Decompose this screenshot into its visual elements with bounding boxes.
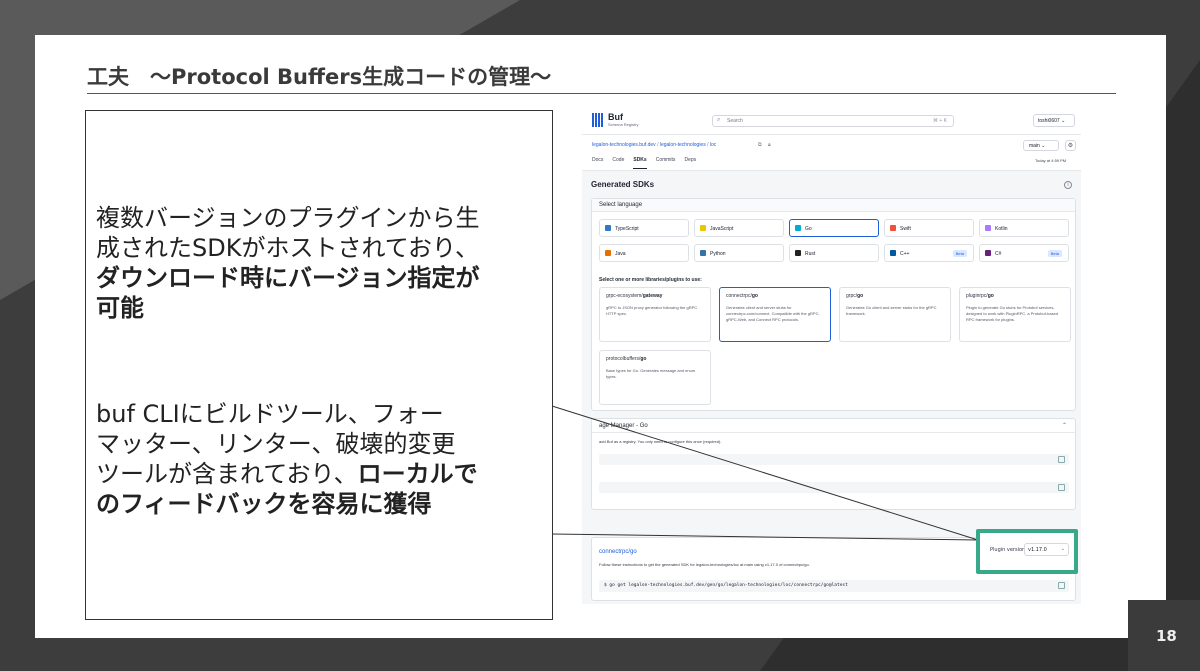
breadcrumb: legalon-technologies.buf.dev / legalon-t… xyxy=(592,142,717,148)
chevron-up-icon[interactable]: ⌃ xyxy=(1062,422,1067,429)
p1-line-3: ダウンロード時にバージョン指定が xyxy=(96,264,480,292)
p2-line-2: マッター、リンター、破壊的変更 xyxy=(96,430,456,458)
tab-code[interactable]: Code xyxy=(612,157,624,169)
copy-icon[interactable]: ⧉ xyxy=(758,142,762,148)
beta-badge: Beta xyxy=(1047,250,1062,257)
select-language-header: Select language xyxy=(592,199,1075,212)
breadcrumb-owner[interactable]: legalon-technologies xyxy=(660,142,706,148)
tab-commits[interactable]: Commits xyxy=(656,157,676,169)
plugin-name: connectrpc/go xyxy=(726,293,758,299)
language-option[interactable]: Swift xyxy=(884,219,974,237)
search-input[interactable]: ⌕ Search ⌘ + K xyxy=(712,115,954,127)
language-icon xyxy=(985,250,991,256)
language-icon xyxy=(985,225,991,231)
language-option[interactable]: Rust xyxy=(789,244,879,262)
language-icon xyxy=(795,225,801,231)
breadcrumb-domain[interactable]: legalon-technologies.buf.dev xyxy=(592,142,656,148)
language-card: Select language TypeScript JavaScript Go Sw… xyxy=(591,198,1076,411)
buf-logo-icon xyxy=(592,113,606,127)
copy-icon[interactable] xyxy=(1058,484,1065,491)
package-manager-card: age Manager - Go ⌃ add Buf as a registry… xyxy=(591,418,1076,510)
package-manager-text: add Buf as a registry. You only need to … xyxy=(599,439,722,444)
plugin-description: Plugin to generate Go stubs for Protobuf… xyxy=(966,305,1059,322)
breadcrumb-repo[interactable]: loc xyxy=(710,142,716,148)
plugin-card[interactable]: protocolbuffers/go Base types for Go. Gen… xyxy=(599,350,711,405)
plugin-description: Generates client and server stubs for co… xyxy=(726,305,820,322)
text-box: 複数バージョンのプラグインから生 成されたSDKがホストされており、 ダウンロー… xyxy=(85,110,553,620)
last-updated: Today at 4:59 PM xyxy=(1035,158,1067,163)
language-icon xyxy=(700,250,706,256)
p1-line-2: 成されたSDKがホストされており、 xyxy=(96,234,480,262)
tab-sdks[interactable]: SDKs xyxy=(633,157,647,169)
buf-logo[interactable]: Buf Schema Registry xyxy=(592,112,638,129)
package-manager-header[interactable]: age Manager - Go xyxy=(592,419,1075,433)
code-block-1 xyxy=(599,454,1069,465)
p2-line-3: ツールが含まれており、ローカルで xyxy=(96,460,478,488)
settings-icon[interactable]: ⚙ xyxy=(1065,140,1076,151)
page-number: 18 xyxy=(1156,627,1177,645)
branch-selector[interactable]: main ⌄ xyxy=(1023,140,1059,151)
copy-icon[interactable] xyxy=(1058,456,1065,463)
plugin-card[interactable]: pluginrpc/go Plugin to generate Go stubs … xyxy=(959,287,1071,342)
tab-docs[interactable]: Docs xyxy=(592,157,603,169)
plugin-card[interactable]: connectrpc/go Generates client and server… xyxy=(719,287,831,342)
language-option[interactable]: Java xyxy=(599,244,689,262)
language-icon xyxy=(795,250,801,256)
p2-line-1: buf CLIにビルドツール、フォー xyxy=(96,400,444,428)
language-icon xyxy=(890,225,896,231)
plugin-version-highlight: Plugin version v1.17.0 ⌄ xyxy=(976,529,1078,574)
paragraph-sdk-hosting: 複数バージョンのプラグインから生 成されたSDKがホストされており、 ダウンロー… xyxy=(96,203,546,323)
app-header: Buf Schema Registry ⌕ Search ⌘ + K toshi… xyxy=(582,107,1081,135)
paragraph-buf-cli: buf CLIにビルドツール、フォー マッター、リンター、破壊的変更 ツールが含… xyxy=(96,399,546,519)
plugin-grid: grpc-ecosystem/gateway gRPC to JSON proxy… xyxy=(599,287,1071,405)
copy-icon[interactable] xyxy=(1058,582,1065,589)
search-icon: ⌕ xyxy=(717,117,721,123)
plugin-description: Generates Go client and server stubs for… xyxy=(846,305,937,316)
p1-line-1: 複数バージョンのプラグインから生 xyxy=(96,204,480,232)
plugin-description: Base types for Go. Generates message and… xyxy=(606,368,696,379)
info-icon[interactable]: i xyxy=(1064,181,1072,189)
plugin-version-select[interactable]: v1.17.0 ⌄ xyxy=(1024,543,1069,556)
language-option[interactable]: C++ Beta xyxy=(884,244,974,262)
p1-line-4: 可能 xyxy=(96,294,144,322)
code-block-2 xyxy=(599,482,1069,493)
plugin-description: gRPC to JSON proxy generator following t… xyxy=(606,305,698,316)
slide-title: 工夫 〜Protocol Buffers生成コードの管理〜 xyxy=(87,65,552,89)
search-shortcut: ⌘ + K xyxy=(932,118,947,124)
language-option[interactable]: C# Beta xyxy=(979,244,1069,262)
language-option[interactable]: JavaScript xyxy=(694,219,784,237)
repo-tabs: Docs Code SDKs Commits Deps xyxy=(592,157,696,169)
tab-deps[interactable]: Deps xyxy=(684,157,696,169)
language-icon xyxy=(890,250,896,256)
language-icon xyxy=(605,225,611,231)
install-command: $ go get legalon-technologies.buf.dev/ge… xyxy=(599,580,1069,592)
page-number-box: 18 xyxy=(1128,600,1200,671)
p2-line-4: のフィードバックを容易に獲得 xyxy=(96,490,432,518)
chevron-down-icon: ⌄ xyxy=(1060,546,1065,552)
install-instructions: Follow these instructions to get the gen… xyxy=(599,562,810,567)
plugin-name: grpc-ecosystem/gateway xyxy=(606,293,663,299)
language-option[interactable]: Python xyxy=(694,244,784,262)
language-option[interactable]: Kotlin xyxy=(979,219,1069,237)
user-menu[interactable]: toshi0607 ⌄ xyxy=(1033,114,1075,127)
generated-sdks-title: Generated SDKs xyxy=(591,180,655,189)
plugin-version-label: Plugin version xyxy=(990,547,1026,553)
beta-badge: Beta xyxy=(952,250,967,257)
title-rule xyxy=(87,93,1116,94)
install-plugin-title[interactable]: connectrpc/go xyxy=(599,549,637,555)
language-icon xyxy=(605,250,611,256)
language-icon xyxy=(700,225,706,231)
plugin-name: grpc/go xyxy=(846,293,864,299)
select-plugins-label: Select one or more libraries/plugins to … xyxy=(599,277,702,283)
language-option[interactable]: Go xyxy=(789,219,879,237)
language-option[interactable]: TypeScript xyxy=(599,219,689,237)
plugin-name: protocolbuffers/go xyxy=(606,356,647,362)
lock-icon: 🔒︎ xyxy=(768,142,771,148)
language-grid: TypeScript JavaScript Go Swift Kotlin Java Pyt… xyxy=(599,219,1069,262)
plugin-card[interactable]: grpc-ecosystem/gateway gRPC to JSON proxy… xyxy=(599,287,711,342)
plugin-name: pluginrpc/go xyxy=(966,293,994,299)
plugin-card[interactable]: grpc/go Generates Go client and server st… xyxy=(839,287,951,342)
